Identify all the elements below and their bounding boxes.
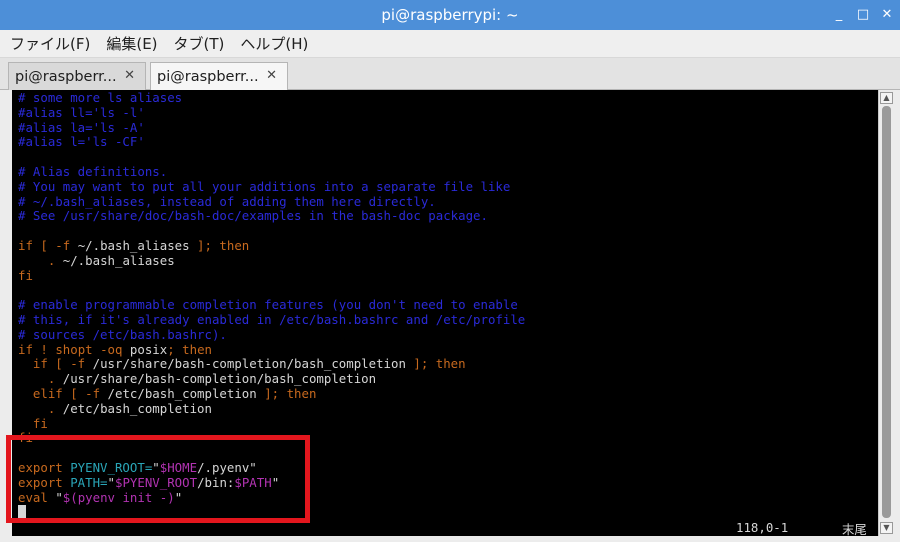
scroll-status: 末尾 — [842, 522, 867, 536]
tab-terminal-1[interactable]: pi@raspberr... ✕ — [8, 62, 146, 90]
menu-edit[interactable]: 編集(E) — [106, 33, 157, 54]
code-token: " — [107, 474, 115, 490]
code-token: export — [18, 460, 71, 475]
code-token: # You may want to put all your additions… — [18, 178, 511, 194]
tab-terminal-2[interactable]: pi@raspberr... ✕ — [150, 62, 288, 91]
code-token: . — [18, 371, 63, 387]
tab-bar: pi@raspberr... ✕ pi@raspberr... ✕ — [0, 58, 900, 91]
code-token: posix — [129, 341, 168, 357]
code-token: # Alias definitions. — [18, 164, 168, 179]
menu-help[interactable]: ヘルプ(H) — [240, 33, 308, 54]
code-token: # See /usr/share/doc/bash-doc/examples i… — [18, 208, 488, 224]
scrollbar-thumb[interactable] — [882, 106, 891, 518]
terminal-line: if [ -f ~/.bash_aliases ]; then — [18, 238, 249, 253]
terminal-line: # See /usr/share/doc/bash-doc/examples i… — [18, 208, 488, 223]
code-token: # some more ls aliases — [18, 90, 183, 105]
code-token: $PATH — [234, 474, 272, 490]
code-token: fi — [18, 430, 33, 446]
code-token: /bin: — [197, 474, 235, 490]
code-token: ; then — [167, 341, 212, 357]
code-token: $(pyenv init -) — [62, 489, 175, 505]
code-token: " — [271, 474, 280, 490]
terminal-line: #alias la='ls -A' — [18, 120, 145, 135]
terminal-line: . /usr/share/bash-completion/bash_comple… — [18, 371, 376, 386]
code-token: " — [55, 489, 63, 505]
menu-tabs[interactable]: タブ(T) — [174, 33, 225, 54]
terminal-line: elif [ -f /etc/bash_completion ]; then — [18, 386, 317, 401]
window-controls: _ □ ✕ — [832, 0, 894, 30]
terminal-line: # You may want to put all your additions… — [18, 179, 510, 194]
code-token: fi — [18, 415, 48, 431]
menu-file[interactable]: ファイル(F) — [10, 33, 90, 54]
code-token: /etc/bash_completion — [62, 400, 212, 416]
code-token: PATH= — [70, 474, 108, 490]
terminal-line: # ~/.bash_aliases, instead of adding the… — [18, 194, 436, 209]
title-bar: pi@raspberrypi: ~ _ □ ✕ — [0, 0, 900, 30]
code-token: /usr/share/bash-completion/bash_completi… — [92, 356, 406, 372]
terminal-line: export PATH="$PYENV_ROOT/bin:$PATH" — [18, 475, 279, 490]
cursor-position: 118,0-1 — [736, 520, 789, 535]
minimize-button[interactable]: _ — [832, 8, 846, 22]
code-token: ]; then — [256, 386, 317, 401]
terminal-line: if [ -f /usr/share/bash-completion/bash_… — [18, 356, 466, 371]
text-cursor — [18, 505, 26, 519]
terminal-line: eval "$(pyenv init -)" — [18, 490, 182, 505]
tab-label: pi@raspberr... — [157, 69, 259, 85]
code-token: " — [174, 489, 183, 505]
close-button[interactable]: ✕ — [880, 8, 894, 22]
terminal-line: # Alias definitions. — [18, 164, 167, 179]
code-token: # sources /etc/bash.bashrc). — [18, 326, 227, 342]
code-token: # this, if it's already enabled in /etc/… — [18, 312, 526, 327]
code-token: ]; then — [405, 356, 466, 372]
chevron-up-icon[interactable]: ▲ — [880, 92, 893, 104]
tab-label: pi@raspberr... — [15, 68, 117, 85]
terminal-line: #alias l='ls -CF' — [18, 134, 145, 149]
code-token: if ! — [18, 341, 56, 357]
terminal-line: # this, if it's already enabled in /etc/… — [18, 312, 525, 327]
terminal-line: #alias ll='ls -l' — [18, 105, 145, 120]
terminal-line: if ! shopt -oq posix; then — [18, 342, 212, 357]
code-token: shopt -oq — [55, 341, 130, 357]
code-token: PYENV_ROOT= — [70, 460, 153, 475]
code-token: #alias ll='ls -l' — [18, 104, 145, 120]
terminal-line: # some more ls aliases — [18, 90, 182, 105]
terminal-line: . ~/.bash_aliases — [18, 253, 175, 268]
code-token: /etc/bash_completion — [107, 386, 257, 401]
code-token: ]; then — [189, 238, 250, 253]
vertical-scrollbar[interactable]: ▲ ▼ — [878, 90, 894, 536]
code-token: if [ -f — [18, 356, 93, 372]
tab-close-icon[interactable]: ✕ — [124, 68, 135, 83]
terminal-line: fi — [18, 430, 33, 445]
code-token: # ~/.bash_aliases, instead of adding the… — [18, 193, 436, 209]
tab-close-icon[interactable]: ✕ — [266, 68, 277, 83]
terminal-line: fi — [18, 416, 48, 431]
code-token: export — [18, 474, 71, 490]
code-token: /usr/share/bash-completion/bash_completi… — [62, 371, 377, 387]
code-token: #alias la='ls -A' — [18, 119, 145, 135]
window-title: pi@raspberrypi: ~ — [381, 6, 519, 24]
terminal-line: fi — [18, 268, 33, 283]
code-token: . — [18, 252, 63, 268]
code-token: if [ -f — [18, 238, 78, 253]
code-token: $PYENV_ROOT — [115, 474, 198, 490]
terminal-line: export PYENV_ROOT="$HOME/.pyenv" — [18, 460, 257, 475]
maximize-button[interactable]: □ — [856, 8, 870, 22]
code-token: eval — [18, 489, 56, 505]
code-token: /.pyenv" — [197, 460, 257, 475]
code-token: . — [18, 400, 63, 416]
terminal-line: . /etc/bash_completion — [18, 401, 212, 416]
code-token: ~/.bash_aliases — [77, 238, 190, 253]
code-token: fi — [18, 267, 33, 283]
chevron-down-icon[interactable]: ▼ — [880, 522, 893, 534]
terminal-line: # enable programmable completion feature… — [18, 297, 518, 312]
code-token: $HOME — [159, 460, 198, 475]
code-token: ~/.bash_aliases — [62, 252, 175, 268]
code-token: elif [ -f — [18, 386, 108, 401]
terminal-line: # sources /etc/bash.bashrc). — [18, 327, 227, 342]
menu-bar: ファイル(F) 編集(E) タブ(T) ヘルプ(H) — [0, 30, 900, 58]
code-token: " — [152, 460, 160, 475]
code-token: #alias l='ls -CF' — [18, 134, 145, 150]
terminal-view[interactable]: eval "$(pyenv init -)" export PATH="$PYEN… — [12, 90, 878, 536]
code-token: # enable programmable completion feature… — [18, 297, 518, 313]
